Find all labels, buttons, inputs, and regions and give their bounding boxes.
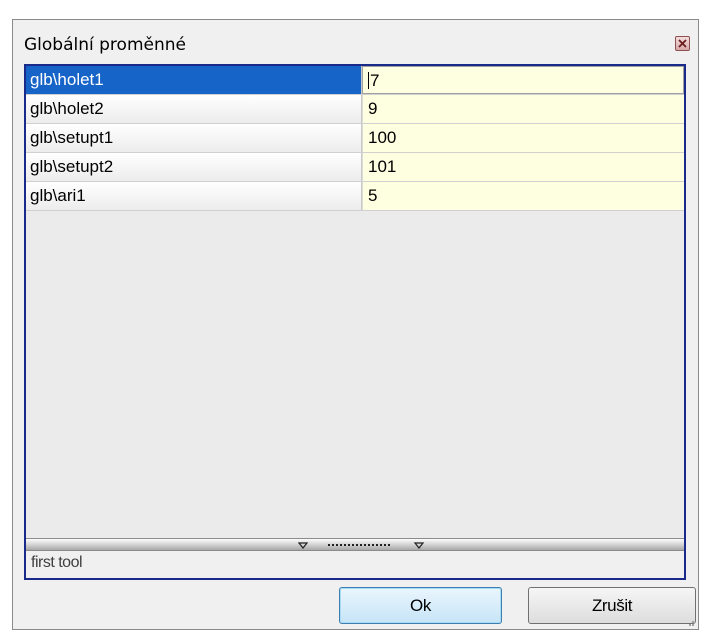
variable-name-cell[interactable]: glb\holet2 (26, 95, 362, 123)
variable-name-cell[interactable]: glb\holet1 (26, 66, 362, 94)
variable-value-cell[interactable]: 101 (362, 153, 684, 181)
dialog-title: Globální proměnné (24, 35, 186, 55)
variable-value-cell[interactable]: 100 (362, 124, 684, 152)
text-caret (368, 72, 369, 89)
table-row[interactable]: glb\setupt2 101 (26, 153, 684, 182)
table-row[interactable]: glb\holet1 7 (26, 66, 684, 95)
ok-button[interactable]: Ok (339, 587, 502, 624)
close-button[interactable] (675, 36, 690, 51)
variable-value-cell[interactable]: 9 (362, 95, 684, 123)
close-icon (678, 39, 687, 48)
resize-grip-icon[interactable] (683, 620, 695, 628)
variable-name-cell[interactable]: glb\ari1 (26, 182, 362, 210)
cancel-button[interactable]: Zrušit (528, 587, 696, 624)
description-splitter[interactable] (26, 538, 684, 551)
table-row[interactable]: glb\setupt1 100 (26, 124, 684, 153)
table-row[interactable]: glb\ari1 5 (26, 182, 684, 211)
splitter-grip-icon (298, 542, 425, 549)
variable-name-cell[interactable]: glb\setupt2 (26, 153, 362, 181)
variable-value-cell[interactable]: 5 (362, 182, 684, 210)
global-variables-dialog: Globální proměnné glb\holet1 7 glb\holet… (12, 19, 699, 630)
variable-value-text: 7 (370, 71, 380, 90)
table-row[interactable]: glb\holet2 9 (26, 95, 684, 124)
variable-value-input[interactable]: 7 (362, 66, 684, 94)
variable-description: first tool (26, 551, 684, 578)
variables-grid: glb\holet1 7 glb\holet2 9 glb\setupt1 10… (24, 64, 686, 580)
variable-name-cell[interactable]: glb\setupt1 (26, 124, 362, 152)
